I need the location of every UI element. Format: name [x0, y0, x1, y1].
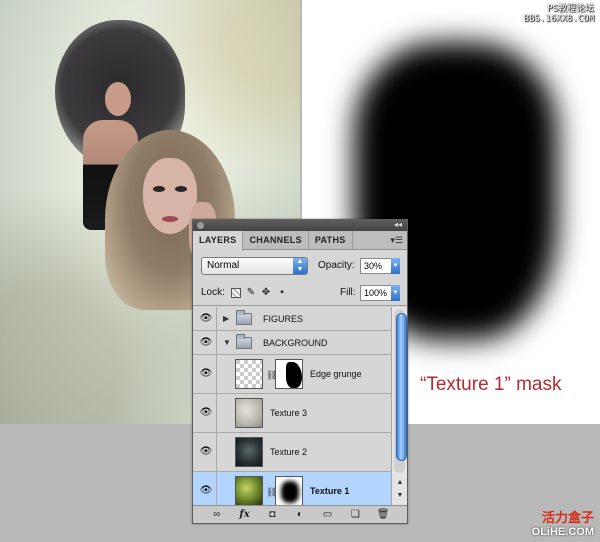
- fill-dropdown-icon[interactable]: ▼: [391, 285, 400, 301]
- eye-icon[interactable]: 👁: [196, 445, 216, 459]
- watermark-line1: PS教程论坛: [547, 4, 594, 14]
- layer-name: Texture 3: [270, 408, 308, 418]
- eye-icon[interactable]: 👁: [196, 336, 216, 350]
- folder-icon: [236, 334, 252, 349]
- layer-texture-1[interactable]: 👁 ⛓ Texture 1: [193, 472, 391, 505]
- layer-name: Edge grunge: [310, 369, 362, 379]
- adjustment-layer-icon[interactable]: ◐: [292, 508, 308, 522]
- eye-icon[interactable]: 👁: [196, 367, 216, 381]
- brand-cn: 活力盒子: [541, 510, 594, 525]
- trash-icon[interactable]: 🗑: [375, 508, 391, 522]
- lock-label: Lock:: [201, 287, 225, 298]
- opacity-label: Opacity:: [318, 260, 355, 271]
- eye-icon[interactable]: 👁: [196, 406, 216, 420]
- scroll-track[interactable]: [394, 309, 407, 473]
- right-eye: [175, 186, 187, 192]
- brand-en: OLiHE.COM: [531, 526, 594, 538]
- new-layer-icon[interactable]: ❏: [347, 508, 363, 522]
- layers-list: 👁 ▶ FIGURES 👁 ▼ BACKGROUND 👁 ⛓ Edge grun…: [193, 307, 391, 505]
- blend-mode-select[interactable]: Normal ▲ ▼: [201, 257, 308, 275]
- fx-icon[interactable]: fx: [237, 508, 253, 522]
- layer-edge-grunge[interactable]: 👁 ⛓ Edge grunge: [193, 355, 391, 394]
- panel-bottom-toolbar: ∞ fx ◘ ◐ ▭ ❏ 🗑: [193, 505, 407, 523]
- expanded-triangle-icon[interactable]: ▼: [223, 338, 231, 347]
- mask-thumbnail[interactable]: [275, 359, 303, 389]
- panel-tabs: LAYERS CHANNELS PATHS ▾☰: [193, 231, 407, 251]
- layer-name: Texture 1: [310, 486, 350, 496]
- blend-row: Normal ▲ ▼ Opacity: 30% ▼: [193, 250, 407, 280]
- tab-channels[interactable]: CHANNELS: [243, 231, 309, 249]
- opacity-dropdown-icon[interactable]: ▼: [391, 258, 400, 274]
- eye-icon[interactable]: 👁: [196, 312, 216, 326]
- panel-titlebar[interactable]: ◂◂: [193, 220, 407, 231]
- opacity-value: 30%: [364, 261, 383, 271]
- layer-thumbnail[interactable]: [235, 437, 263, 467]
- layer-name: Texture 2: [270, 447, 308, 457]
- link-icon[interactable]: ∞: [209, 508, 225, 522]
- lock-all-icon[interactable]: ▪: [277, 288, 287, 298]
- layer-name: BACKGROUND: [263, 338, 328, 348]
- layer-thumbnail[interactable]: [235, 359, 263, 389]
- watermark: PS教程论坛 BBS.16XX8.COM: [524, 4, 594, 24]
- lock-position-icon[interactable]: ✥: [261, 288, 271, 298]
- collapse-icon[interactable]: ◂◂: [394, 220, 402, 229]
- layer-thumbnail[interactable]: [235, 476, 263, 505]
- layer-thumbnail[interactable]: [235, 398, 263, 428]
- mask-caption: “Texture 1” mask: [420, 374, 562, 395]
- scroll-down-icon[interactable]: ▼: [395, 490, 405, 502]
- folder-icon: [236, 310, 252, 325]
- watermark-line2: BBS.16XX8.COM: [523, 14, 594, 24]
- mask-thumbnail[interactable]: [275, 476, 303, 505]
- lock-row: Lock: ✎ ✥ ▪ Fill: 100% ▼: [193, 280, 407, 306]
- fill-value: 100%: [364, 288, 388, 298]
- opacity-field[interactable]: 30% ▼: [360, 258, 400, 274]
- fill-label: Fill:: [340, 287, 356, 298]
- lock-brush-icon[interactable]: ✎: [246, 288, 256, 298]
- panel-menu-icon[interactable]: ▾☰: [390, 235, 403, 246]
- eye-icon[interactable]: 👁: [196, 484, 216, 498]
- layer-texture-3[interactable]: 👁 Texture 3: [193, 394, 391, 433]
- scroll-up-icon[interactable]: ▲: [395, 477, 405, 489]
- fill-field[interactable]: 100% ▼: [360, 285, 400, 301]
- layer-texture-2[interactable]: 👁 Texture 2: [193, 433, 391, 472]
- brand-logo: 活力盒子 OLiHE.COM: [532, 507, 594, 538]
- tab-layers[interactable]: LAYERS: [193, 231, 244, 251]
- back-figure-head: [105, 82, 131, 116]
- collapsed-triangle-icon[interactable]: ▶: [223, 314, 229, 323]
- tab-paths[interactable]: PATHS: [309, 231, 353, 249]
- lips: [162, 216, 178, 222]
- layer-group-figures[interactable]: 👁 ▶ FIGURES: [193, 307, 391, 331]
- lock-transparency-icon[interactable]: [231, 288, 241, 298]
- new-group-icon[interactable]: ▭: [320, 508, 336, 522]
- layer-group-background[interactable]: 👁 ▼ BACKGROUND: [193, 331, 391, 355]
- layers-scrollbar[interactable]: ▲ ▼: [391, 307, 407, 505]
- layers-panel: ◂◂ LAYERS CHANNELS PATHS ▾☰ Normal ▲ ▼ Op…: [192, 219, 408, 524]
- close-icon[interactable]: [197, 222, 204, 229]
- blend-mode-value: Normal: [207, 260, 240, 271]
- add-mask-icon[interactable]: ◘: [264, 508, 280, 522]
- updown-arrows-icon: ▲ ▼: [293, 258, 307, 274]
- left-eye: [153, 186, 165, 192]
- scroll-thumb[interactable]: [396, 313, 407, 461]
- layer-name: FIGURES: [263, 314, 304, 324]
